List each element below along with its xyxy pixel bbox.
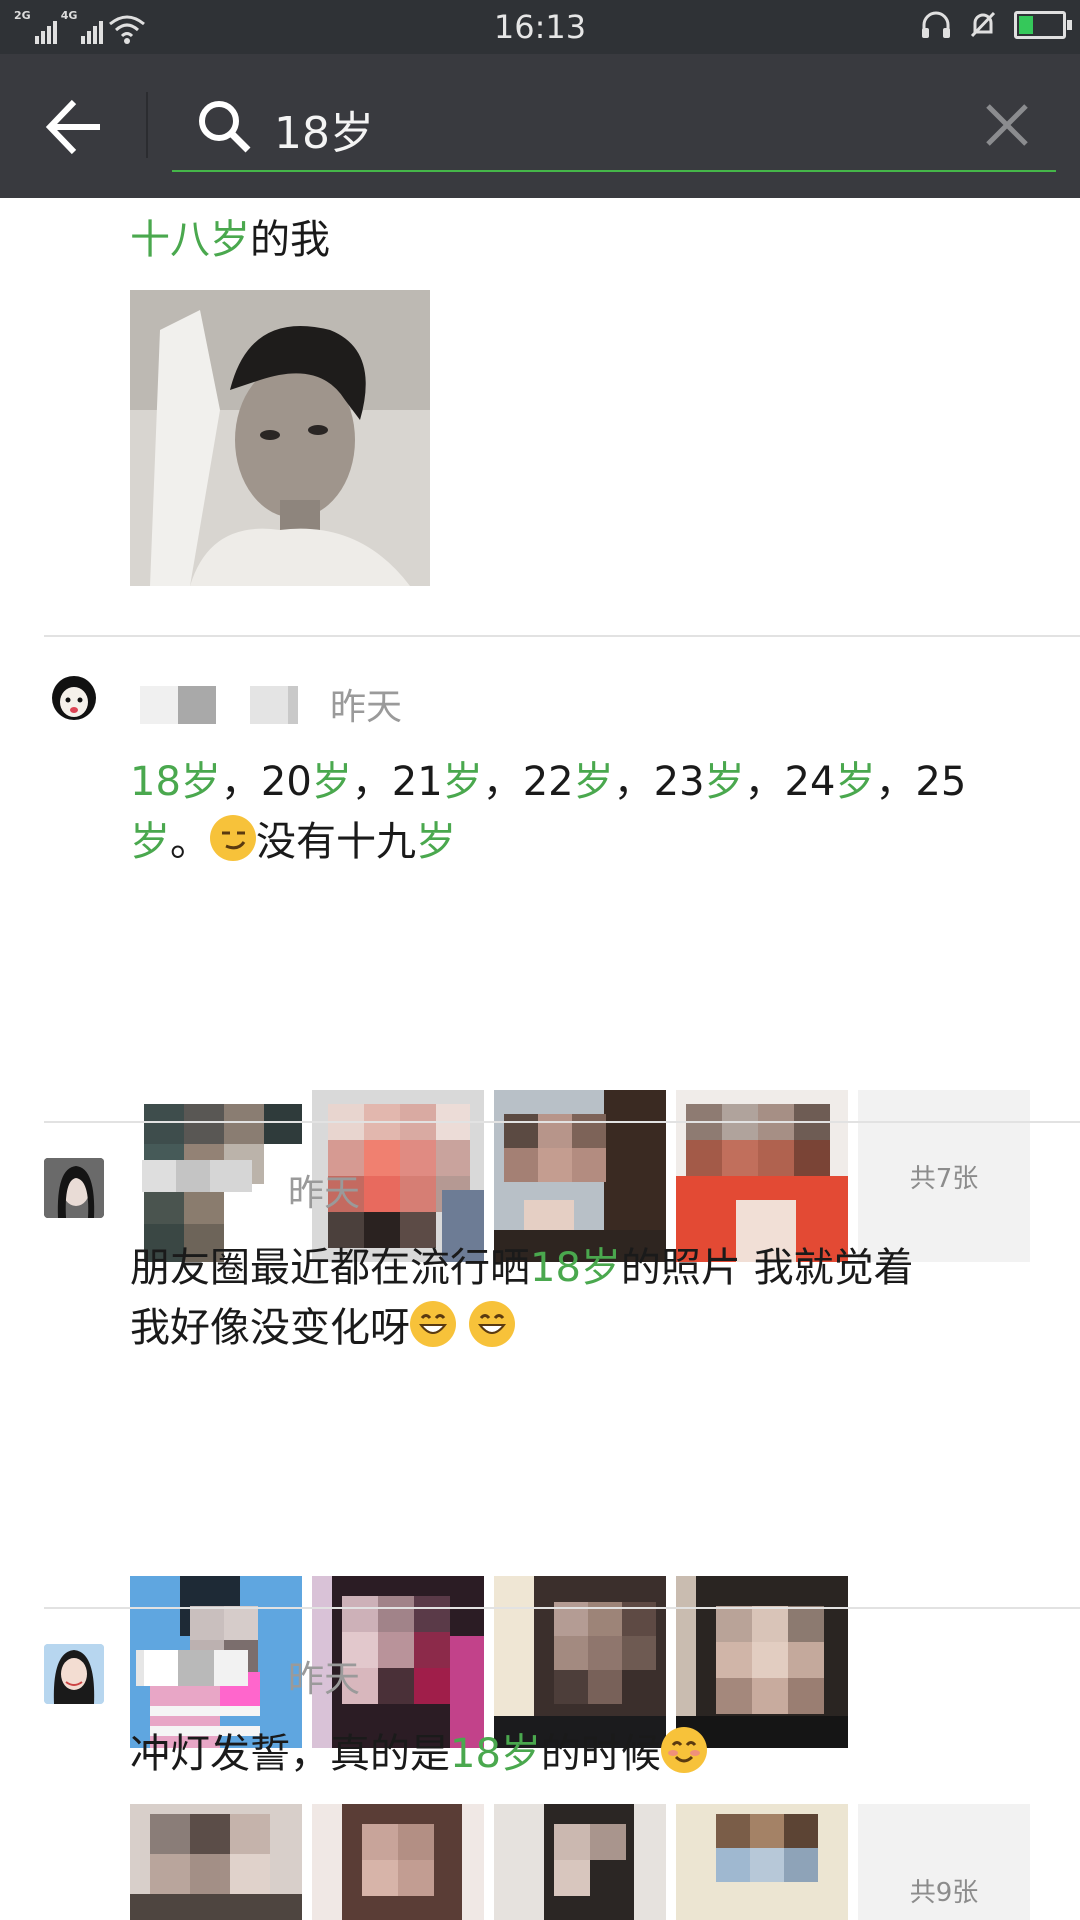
moment-post-1: 十八岁的我 — [0, 198, 1080, 638]
grin-emoji-icon — [468, 1301, 515, 1347]
moment-post-4: 昨天 冲灯发誓，真的是18岁的时候 共9张 — [0, 1610, 1080, 1920]
portrait-avatar-image — [44, 1158, 104, 1218]
post-time: 昨天 — [288, 1659, 361, 1700]
photo-thumb[interactable] — [676, 1804, 848, 1920]
mute-bell-icon — [970, 11, 996, 38]
portrait-avatar-image — [44, 1644, 104, 1704]
clock: 16:13 — [493, 8, 587, 46]
post-divider — [44, 1121, 1080, 1123]
post-time: 昨天 — [288, 1173, 361, 1214]
post-text: 冲灯发誓，真的是18岁的时候 — [130, 1724, 1040, 1784]
search-underline — [172, 170, 1056, 172]
avatar[interactable] — [44, 1158, 104, 1218]
header-divider — [146, 92, 148, 158]
clear-icon[interactable] — [982, 100, 1032, 150]
search-icon — [199, 101, 251, 153]
photo-thumb[interactable] — [130, 1804, 302, 1920]
photo-grid: 共9张 — [130, 1804, 1030, 1920]
post-divider — [44, 1607, 1080, 1609]
photo-thumb[interactable] — [312, 1804, 484, 1920]
smirk-emoji-icon — [210, 815, 256, 861]
blush-emoji-icon — [660, 1727, 707, 1773]
back-arrow-icon[interactable] — [40, 92, 110, 162]
post-time: 昨天 — [330, 687, 403, 728]
post-text: 十八岁的我 — [130, 217, 330, 263]
search-results[interactable]: 十八岁的我 昨天 18岁，20岁，21岁，22岁，23岁，24岁，25 岁。 没… — [0, 198, 1080, 1920]
grin-emoji-icon — [410, 1301, 456, 1347]
search-header — [0, 54, 1080, 198]
username-blurred[interactable] — [136, 1650, 248, 1686]
post-divider — [44, 635, 1080, 637]
moment-post-2: 昨天 18岁，20岁，21岁，22岁，23岁，24岁，25 岁。 没有十九岁 共… — [0, 638, 1080, 1262]
status-bar: 2G 4G 16:13 — [0, 0, 1080, 54]
portrait-photo-image — [130, 290, 430, 586]
photo-count-more[interactable]: 共9张 — [858, 1804, 1030, 1920]
status-right-icons — [920, 10, 1072, 40]
avatar[interactable] — [44, 1644, 104, 1704]
post-photo[interactable] — [130, 290, 430, 586]
search-input[interactable] — [272, 98, 956, 160]
post-text: 18岁，20岁，21岁，22岁，23岁，24岁，25 岁。 没有十九岁 — [130, 759, 967, 865]
cartoon-avatar-image — [52, 676, 96, 720]
battery-icon — [1014, 11, 1072, 39]
photo-thumb[interactable] — [494, 1804, 666, 1920]
moment-post-3: 昨天 朋友圈最近都在流行晒18岁的照片 我就觉着 我好像没变化呀 — [0, 1124, 1080, 1748]
username-blurred[interactable] — [140, 686, 298, 724]
username-blurred[interactable] — [142, 1160, 252, 1192]
headset-icon — [922, 11, 950, 38]
post-text: 朋友圈最近都在流行晒18岁的照片 我就觉着 我好像没变化呀 — [130, 1245, 914, 1351]
avatar[interactable] — [44, 666, 104, 726]
